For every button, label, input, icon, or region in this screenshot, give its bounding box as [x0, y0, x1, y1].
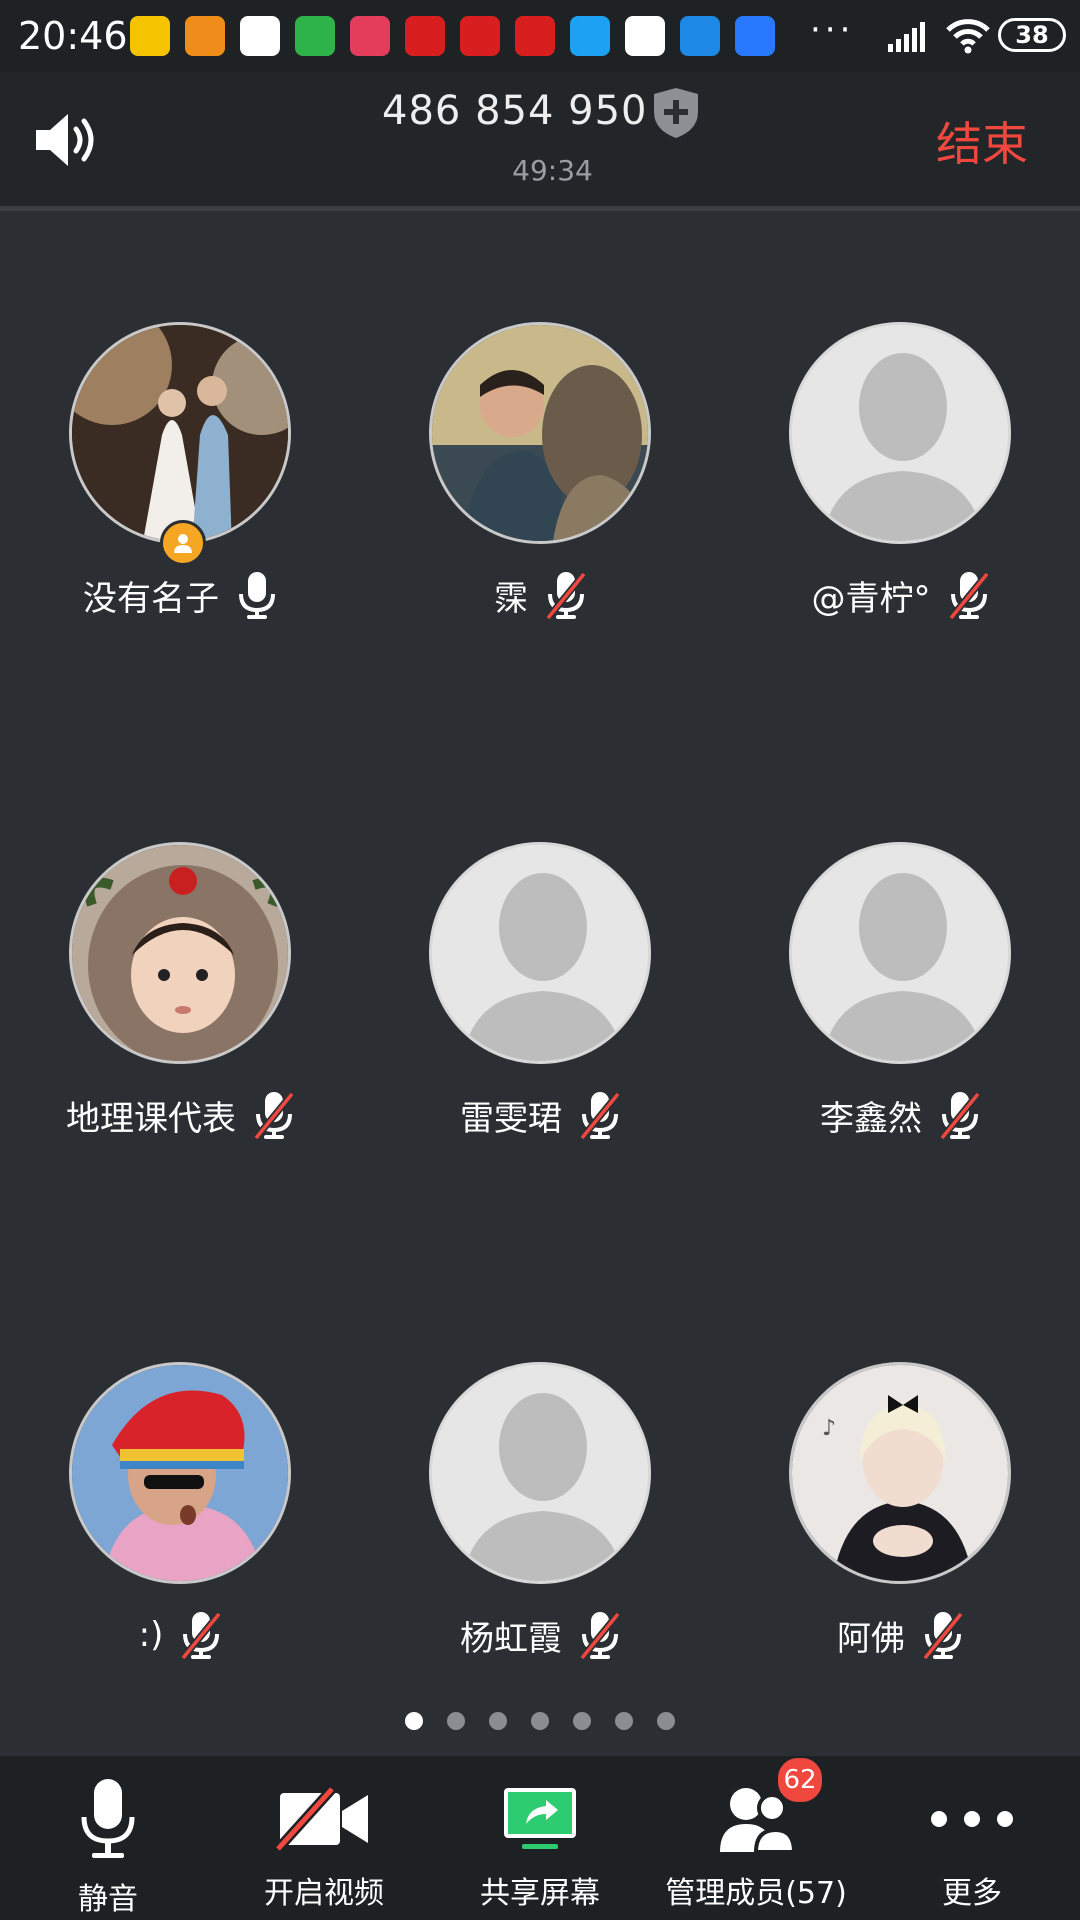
- wifi-icon: [946, 19, 990, 54]
- start-video-button[interactable]: 开启视频: [216, 1756, 432, 1920]
- default-avatar-icon: [792, 325, 1008, 541]
- participant-name-row: 杨虹霞: [360, 1610, 720, 1660]
- notification-icons: [130, 16, 775, 56]
- signal-icon: [888, 22, 925, 52]
- participant-name: :): [138, 1615, 164, 1655]
- avatar: ♪: [789, 1362, 1011, 1584]
- default-avatar-icon: [432, 845, 648, 1061]
- mic-muted-icon: [923, 1611, 963, 1660]
- default-avatar-icon: [792, 845, 1008, 1061]
- battery-icon: 38: [998, 18, 1066, 52]
- end-meeting-button[interactable]: 结束: [936, 108, 1028, 174]
- participant-name-row: 雷雯珺: [360, 1090, 720, 1140]
- participant-name-row: 李鑫然: [720, 1090, 1080, 1140]
- mute-label: 静音: [78, 1882, 138, 1917]
- app-icon-1: [130, 16, 170, 56]
- participant-name: @青柠°: [811, 578, 931, 619]
- meeting-duration: 49:34: [512, 154, 593, 187]
- avatar: [789, 842, 1011, 1064]
- participant-name-row: 没有名子: [0, 570, 360, 620]
- participant-name: 霂: [494, 578, 528, 619]
- status-time: 20:46: [18, 14, 128, 58]
- participant-name-row: @青柠°: [720, 570, 1080, 620]
- page-dot[interactable]: [531, 1712, 549, 1730]
- app-icon-cartoon: [350, 16, 390, 56]
- share-screen-button[interactable]: 共享屏幕: [432, 1756, 648, 1920]
- app-icon-blue: [570, 16, 610, 56]
- page-dot[interactable]: [615, 1712, 633, 1730]
- app-icon-map: [735, 16, 775, 56]
- avatar: [69, 842, 291, 1064]
- more-button[interactable]: 更多: [864, 1756, 1080, 1920]
- more-dots-icon: [931, 1811, 1013, 1827]
- page-dot[interactable]: [573, 1712, 591, 1730]
- video-off-icon: [276, 1787, 368, 1851]
- mic-muted-icon: [546, 571, 586, 620]
- more-notifications-icon: ···: [810, 10, 855, 50]
- avatar: [429, 1362, 651, 1584]
- app-icon-fang: [185, 16, 225, 56]
- status-bar: 20:46 ··· 38: [0, 0, 1080, 72]
- page-indicator[interactable]: [0, 1712, 1080, 1730]
- page-dot[interactable]: [657, 1712, 675, 1730]
- members-badge: 62: [776, 1756, 824, 1804]
- participant-name: 杨虹霞: [460, 1618, 562, 1659]
- participant-name-row: 阿佛: [720, 1610, 1080, 1660]
- bottom-toolbar: 静音 开启视频 共享屏幕 62 管理成员(57) 更多: [0, 1756, 1080, 1920]
- participant-name: 雷雯珺: [460, 1098, 562, 1139]
- page-dot[interactable]: [405, 1712, 423, 1730]
- share-screen-label: 共享屏幕: [480, 1876, 600, 1911]
- avatar: [789, 322, 1011, 544]
- share-screen-icon: [504, 1788, 576, 1849]
- page-dot[interactable]: [447, 1712, 465, 1730]
- microphone-icon: [81, 1779, 135, 1858]
- avatar-photo: ♪: [792, 1365, 1008, 1581]
- default-avatar-icon: [432, 1365, 648, 1581]
- app-icon-red-3: [515, 16, 555, 56]
- participant-name-row: :): [0, 1610, 360, 1660]
- meeting-id[interactable]: 486 854 950: [382, 88, 647, 134]
- meeting-header: 486 854 950 49:34 结束: [0, 72, 1080, 211]
- participant-name: 李鑫然: [820, 1098, 922, 1139]
- app-icon-red-1: [405, 16, 445, 56]
- mic-icon: [239, 572, 275, 619]
- participant-name: 阿佛: [837, 1618, 905, 1659]
- avatar-photo: [72, 325, 288, 541]
- mic-muted-icon: [580, 1611, 620, 1660]
- mute-button[interactable]: 静音: [0, 1756, 216, 1920]
- mic-muted-icon: [580, 1091, 620, 1140]
- avatar-photo: [72, 845, 288, 1061]
- manage-members-button[interactable]: 62 管理成员(57): [648, 1756, 864, 1920]
- app-icon-n: [680, 16, 720, 56]
- svg-text:♪: ♪: [822, 1416, 836, 1441]
- avatar: [69, 1362, 291, 1584]
- host-badge-icon: [160, 520, 206, 566]
- app-icon-red-2: [460, 16, 500, 56]
- participant-name-row: 霂: [360, 570, 720, 620]
- avatar-photo: [72, 1365, 288, 1581]
- start-video-label: 开启视频: [264, 1876, 384, 1911]
- avatar-photo: [432, 325, 648, 541]
- participant-name-row: 地理课代表: [0, 1090, 360, 1140]
- avatar: [69, 322, 291, 544]
- participant-name: 没有名子: [83, 578, 219, 619]
- manage-members-label: 管理成员(57): [665, 1876, 847, 1911]
- app-icon-play: [295, 16, 335, 56]
- mic-muted-icon: [181, 1611, 222, 1660]
- mic-muted-icon: [948, 571, 989, 620]
- avatar: [429, 322, 651, 544]
- avatar: [429, 842, 651, 1064]
- mic-muted-icon: [254, 1091, 294, 1140]
- app-icon-mi: [240, 16, 280, 56]
- page-dot[interactable]: [489, 1712, 507, 1730]
- app-icon-youku: [625, 16, 665, 56]
- participant-name: 地理课代表: [66, 1098, 236, 1139]
- mic-muted-icon: [940, 1091, 980, 1140]
- more-label: 更多: [942, 1876, 1002, 1911]
- security-shield-icon[interactable]: [650, 86, 702, 140]
